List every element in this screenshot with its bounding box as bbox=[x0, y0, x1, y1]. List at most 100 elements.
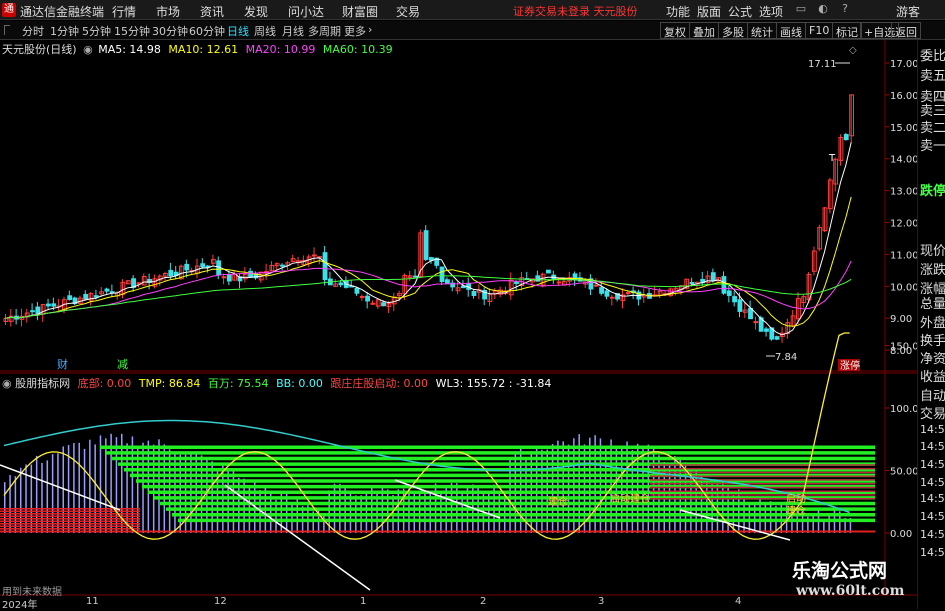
date-label-2: 2 bbox=[480, 596, 487, 607]
duogu-button[interactable]: 多股 bbox=[718, 22, 748, 39]
side-panel-item[interactable]: 现价 bbox=[920, 240, 945, 259]
candle-body bbox=[226, 274, 232, 282]
ind-bar bbox=[753, 502, 756, 533]
bb-value: BB: 0.00 bbox=[276, 377, 323, 390]
indicator-toggle-icon[interactable]: ◉ bbox=[2, 377, 12, 390]
side-panel-item: 14:56 bbox=[920, 510, 945, 523]
candle-body bbox=[625, 292, 631, 295]
ma60-value: MA60: 10.39 bbox=[322, 43, 393, 56]
side-panel-item[interactable]: 总量 bbox=[920, 293, 945, 312]
date-label-4: 4 bbox=[735, 596, 742, 607]
period-fenshi[interactable]: 分时 bbox=[22, 23, 44, 39]
back-button[interactable]: 返回 bbox=[891, 22, 921, 39]
menu-xuanxiang[interactable]: 选项 bbox=[759, 3, 783, 20]
menu-shichang[interactable]: 市场 bbox=[156, 3, 180, 20]
period-daily[interactable]: 日线 bbox=[227, 23, 249, 39]
f10-button[interactable]: F10 bbox=[805, 22, 834, 39]
window-icon[interactable]: ▭ bbox=[794, 2, 808, 16]
candle-body bbox=[359, 295, 365, 298]
biaoji-button[interactable]: 标记 bbox=[832, 22, 862, 39]
candle-body bbox=[710, 272, 716, 282]
candle-body bbox=[93, 295, 99, 298]
menu-gongneng[interactable]: 功能 bbox=[666, 3, 690, 20]
period-more[interactable]: 更多 bbox=[344, 23, 366, 39]
side-panel-item[interactable]: 卖五 bbox=[920, 65, 945, 84]
side-panel-item[interactable]: 换手 bbox=[920, 330, 945, 349]
menu-faxian[interactable]: 发现 bbox=[244, 3, 268, 20]
huaxian-button[interactable]: 画线 bbox=[776, 22, 806, 39]
menu-zixun[interactable]: 资讯 bbox=[200, 3, 224, 20]
candle-body bbox=[604, 290, 610, 297]
kline-chart[interactable]: 17.117.84财减涨停T◇ 建仓 启动建仓 启动建仓 17.0016.0015.… bbox=[0, 40, 917, 596]
candle-body bbox=[753, 321, 759, 324]
candle-body bbox=[471, 290, 477, 296]
side-panel-item[interactable]: 净资 bbox=[920, 348, 945, 367]
period-monthly[interactable]: 月线 bbox=[282, 23, 304, 39]
chevron-right-icon[interactable]: › bbox=[368, 23, 372, 36]
menu-jiaoyi[interactable]: 交易 bbox=[396, 3, 420, 20]
tongji-button[interactable]: 统计 bbox=[747, 22, 777, 39]
login-warning: 证券交易未登录 天元股份 bbox=[513, 5, 638, 18]
guest-label[interactable]: 游客 bbox=[896, 3, 920, 20]
date-label-12: 12 bbox=[214, 596, 227, 607]
date-label-1: 1 bbox=[360, 596, 367, 607]
side-panel-item[interactable]: 涨跌 bbox=[920, 259, 945, 278]
side-panel-item[interactable]: 委比 bbox=[920, 45, 945, 64]
price-tick-label: 9.00 bbox=[890, 314, 912, 325]
help-icon[interactable]: ? bbox=[838, 2, 852, 16]
menu-wenxiaoda[interactable]: 问小达 bbox=[288, 3, 324, 20]
ind-bar bbox=[323, 514, 325, 533]
candle-body bbox=[365, 295, 370, 302]
candle-body bbox=[168, 269, 174, 277]
ind-bar bbox=[83, 448, 86, 533]
red-band bbox=[0, 518, 140, 520]
info-toggle-icon[interactable]: ◉ bbox=[83, 43, 93, 56]
fuquan-button[interactable]: 复权 bbox=[660, 22, 690, 39]
side-panel-item[interactable]: 收益 bbox=[920, 366, 945, 385]
indicator-name: 股朋指标网 bbox=[15, 377, 71, 390]
quote-side-panel: 委比卖五卖四卖三卖二卖一跌停现价涨跌涨幅总量外盘换手净资收益自动交易14:561… bbox=[917, 40, 945, 609]
period-weekly[interactable]: 周线 bbox=[254, 23, 276, 39]
menu-caifuquan[interactable]: 财富圈 bbox=[342, 3, 378, 20]
red-band bbox=[0, 523, 140, 525]
stock-name: 天元股份(日线) bbox=[2, 43, 77, 56]
side-panel-item[interactable]: 卖一 bbox=[920, 135, 945, 154]
green-band bbox=[166, 507, 875, 511]
ind-tick-label: 100.0 bbox=[890, 404, 917, 415]
future-data-note: 用到未来数据 bbox=[2, 587, 62, 598]
jian-marker: 减 bbox=[117, 358, 128, 371]
date-label-11: 11 bbox=[86, 596, 99, 607]
side-panel-item[interactable]: 自动 bbox=[920, 385, 945, 404]
period-5min[interactable]: 5分钟 bbox=[82, 23, 111, 39]
side-panel-item[interactable]: 跌停 bbox=[920, 180, 945, 199]
ind-bar bbox=[41, 462, 43, 533]
ind-bar bbox=[594, 435, 596, 533]
zhuangkong-value: 底部: 0.00 bbox=[77, 377, 132, 390]
menu-banmian[interactable]: 版面 bbox=[697, 3, 721, 20]
app-title: 通达信金融终端 bbox=[20, 5, 105, 19]
low-price-label: 7.84 bbox=[775, 352, 797, 363]
green-band bbox=[160, 501, 875, 506]
period-30min[interactable]: 30分钟 bbox=[152, 23, 188, 39]
period-60min[interactable]: 60分钟 bbox=[189, 23, 225, 39]
candle-body bbox=[546, 269, 551, 274]
side-panel-item[interactable]: 卖二 bbox=[920, 117, 945, 136]
period-15min[interactable]: 15分钟 bbox=[114, 23, 150, 39]
ind-bar bbox=[769, 501, 772, 533]
side-panel-item[interactable]: 外盘 bbox=[920, 312, 945, 331]
red-band bbox=[0, 520, 140, 523]
menu-gongshi[interactable]: 公式 bbox=[728, 3, 752, 20]
skin-icon[interactable]: ◐ bbox=[816, 2, 830, 16]
menu-hangqing[interactable]: 行情 bbox=[112, 3, 136, 20]
diejia-button[interactable]: 叠加 bbox=[689, 22, 719, 39]
side-panel-item[interactable]: 交易 bbox=[920, 403, 945, 422]
candle-body bbox=[338, 282, 344, 286]
price-tick-label: 13.00 bbox=[890, 187, 917, 198]
green-band bbox=[172, 513, 875, 517]
period-1min[interactable]: 1分钟 bbox=[50, 23, 79, 39]
wl3-value: WL3: 155.72 : -31.84 bbox=[435, 377, 552, 390]
price-tick-label: 12.00 bbox=[890, 219, 917, 230]
period-multi[interactable]: 多周期 bbox=[308, 23, 341, 39]
ind-signal-label: 启动 bbox=[786, 492, 806, 505]
green-band bbox=[106, 451, 875, 455]
